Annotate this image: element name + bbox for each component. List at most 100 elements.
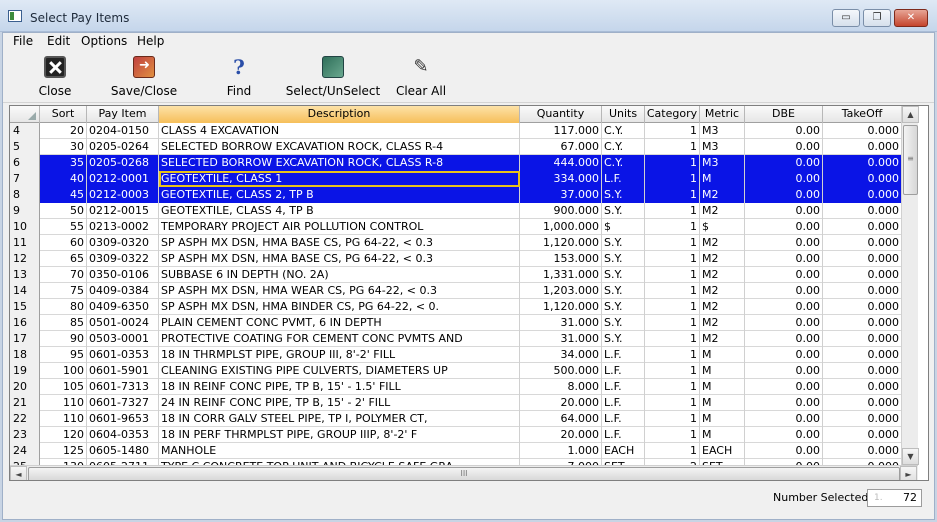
cell-pay-item[interactable]: 0601-9653 (87, 411, 159, 427)
cell-quantity[interactable]: 37.000 (520, 187, 602, 203)
close-button[interactable]: Close (33, 53, 77, 101)
cell-takeoff[interactable]: 0.000 (823, 187, 902, 203)
select-unselect-button[interactable]: Select/UnSelect (285, 53, 381, 101)
menu-help[interactable]: Help (137, 34, 164, 48)
horizontal-scroll-thumb[interactable]: III (28, 467, 900, 480)
cell-sort[interactable]: 30 (40, 139, 87, 155)
table-row[interactable]: 5 30 0205-0264 SELECTED BORROW EXCAVATION R… (10, 139, 902, 155)
cell-category[interactable]: 1 (645, 347, 700, 363)
cell-takeoff[interactable]: 0.000 (823, 379, 902, 395)
cell-category[interactable]: 1 (645, 171, 700, 187)
cell-metric[interactable]: M2 (700, 235, 745, 251)
cell-category[interactable]: 1 (645, 379, 700, 395)
scroll-up-button[interactable]: ▲ (902, 106, 919, 123)
row-header[interactable]: 20 (10, 379, 40, 395)
cell-description[interactable]: SUBBASE 6 IN DEPTH (NO. 2A) (159, 267, 520, 283)
cell-quantity[interactable]: 153.000 (520, 251, 602, 267)
cell-units[interactable]: EACH (602, 443, 645, 459)
cell-description[interactable]: 18 IN CORR GALV STEEL PIPE, TP I, POLYME… (159, 411, 520, 427)
cell-units[interactable]: C.Y. (602, 123, 645, 139)
cell-quantity[interactable]: 31.000 (520, 315, 602, 331)
scroll-down-button[interactable]: ▼ (902, 448, 919, 465)
minimize-button[interactable]: ▭ (832, 9, 860, 27)
menu-options[interactable]: Options (81, 34, 127, 48)
cell-takeoff[interactable]: 0.000 (823, 427, 902, 443)
cell-description[interactable]: SP ASPH MX DSN, HMA BINDER CS, PG 64-22,… (159, 299, 520, 315)
cell-quantity[interactable]: 34.000 (520, 347, 602, 363)
close-window-button[interactable]: ✕ (894, 9, 928, 27)
scroll-right-button[interactable]: ► (900, 466, 917, 480)
table-row[interactable]: 24 125 0605-1480 MANHOLE 1.000 EACH 1 EACH 0.00 0… (10, 443, 902, 459)
cell-metric[interactable]: M3 (700, 139, 745, 155)
cell-sort[interactable]: 105 (40, 379, 87, 395)
cell-sort[interactable]: 95 (40, 347, 87, 363)
row-header[interactable]: 21 (10, 395, 40, 411)
cell-dbe[interactable]: 0.00 (745, 315, 823, 331)
cell-dbe[interactable]: 0.00 (745, 155, 823, 171)
cell-category[interactable]: 1 (645, 267, 700, 283)
cell-sort[interactable]: 75 (40, 283, 87, 299)
cell-description[interactable]: MANHOLE (159, 443, 520, 459)
cell-metric[interactable]: M (700, 379, 745, 395)
row-header[interactable]: 5 (10, 139, 40, 155)
cell-category[interactable]: 1 (645, 443, 700, 459)
cell-description[interactable]: 18 IN PERF THRMPLST PIPE, GROUP IIIP, 8'… (159, 427, 520, 443)
table-row[interactable]: 7 40 0212-0001 GEOTEXTILE, CLASS 1 334.000 L.… (10, 171, 902, 187)
row-header[interactable]: 12 (10, 251, 40, 267)
cell-quantity[interactable]: 900.000 (520, 203, 602, 219)
cell-description[interactable]: GEOTEXTILE, CLASS 2, TP B (159, 187, 520, 203)
cell-description[interactable]: CLEANING EXISTING PIPE CULVERTS, DIAMETE… (159, 363, 520, 379)
clear-all-button[interactable]: ✎ Clear All (393, 53, 449, 101)
cell-sort[interactable]: 50 (40, 203, 87, 219)
cell-metric[interactable]: M2 (700, 315, 745, 331)
cell-metric[interactable]: M2 (700, 251, 745, 267)
cell-quantity[interactable]: 1,331.000 (520, 267, 602, 283)
cell-description[interactable]: SELECTED BORROW EXCAVATION ROCK, CLASS R… (159, 139, 520, 155)
cell-dbe[interactable]: 0.00 (745, 411, 823, 427)
menu-file[interactable]: File (13, 34, 33, 48)
scroll-left-button[interactable]: ◄ (10, 466, 27, 480)
cell-category[interactable]: 1 (645, 299, 700, 315)
cell-dbe[interactable]: 0.00 (745, 187, 823, 203)
column-header-takeoff[interactable]: TakeOff (823, 106, 902, 123)
cell-sort[interactable]: 100 (40, 363, 87, 379)
cell-category[interactable]: 1 (645, 427, 700, 443)
cell-description[interactable]: PLAIN CEMENT CONC PVMT, 6 IN DEPTH (159, 315, 520, 331)
cell-pay-item[interactable]: 0309-0320 (87, 235, 159, 251)
cell-quantity[interactable]: 1,203.000 (520, 283, 602, 299)
cell-takeoff[interactable]: 0.000 (823, 283, 902, 299)
cell-category[interactable]: 1 (645, 155, 700, 171)
cell-quantity[interactable]: 1.000 (520, 443, 602, 459)
cell-sort[interactable]: 65 (40, 251, 87, 267)
cell-category[interactable]: 1 (645, 203, 700, 219)
row-header[interactable]: 23 (10, 427, 40, 443)
cell-description[interactable]: TEMPORARY PROJECT AIR POLLUTION CONTROL (159, 219, 520, 235)
cell-units[interactable]: S.Y. (602, 187, 645, 203)
row-header[interactable]: 15 (10, 299, 40, 315)
cell-metric[interactable]: M3 (700, 155, 745, 171)
row-header[interactable]: 8 (10, 187, 40, 203)
cell-description[interactable]: 24 IN REINF CONC PIPE, TP B, 15' - 2' FI… (159, 395, 520, 411)
table-row[interactable]: 12 65 0309-0322 SP ASPH MX DSN, HMA BASE CS… (10, 251, 902, 267)
horizontal-scrollbar[interactable]: ◄ III ► (10, 465, 918, 480)
cell-takeoff[interactable]: 0.000 (823, 443, 902, 459)
cell-sort[interactable]: 110 (40, 395, 87, 411)
cell-pay-item[interactable]: 0309-0322 (87, 251, 159, 267)
row-header[interactable]: 18 (10, 347, 40, 363)
column-header-description[interactable]: Description (159, 106, 520, 123)
row-header[interactable]: 13 (10, 267, 40, 283)
cell-dbe[interactable]: 0.00 (745, 251, 823, 267)
cell-metric[interactable]: M (700, 347, 745, 363)
cell-category[interactable]: 1 (645, 331, 700, 347)
cell-sort[interactable]: 70 (40, 267, 87, 283)
cell-units[interactable]: L.F. (602, 411, 645, 427)
row-header[interactable]: 10 (10, 219, 40, 235)
cell-metric[interactable]: M2 (700, 187, 745, 203)
cell-pay-item[interactable]: 0601-5901 (87, 363, 159, 379)
cell-pay-item[interactable]: 0212-0003 (87, 187, 159, 203)
cell-dbe[interactable]: 0.00 (745, 219, 823, 235)
cell-pay-item[interactable]: 0605-1480 (87, 443, 159, 459)
table-row[interactable]: 9 50 0212-0015 GEOTEXTILE, CLASS 4, TP B 900… (10, 203, 902, 219)
cell-units[interactable]: S.Y. (602, 283, 645, 299)
table-row[interactable]: 10 55 0213-0002 TEMPORARY PROJECT AIR POLLU… (10, 219, 902, 235)
